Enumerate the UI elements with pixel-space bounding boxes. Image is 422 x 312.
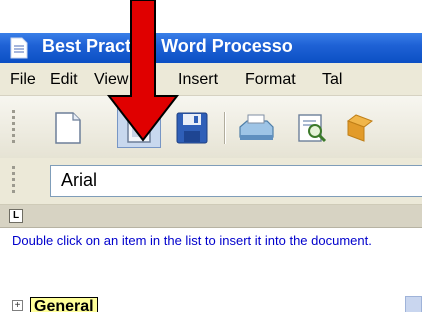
print-preview-button[interactable] (290, 108, 334, 148)
menu-table[interactable]: Tal (322, 71, 342, 89)
ruler: L (0, 205, 422, 228)
document-app-icon (10, 37, 28, 59)
menu-edit[interactable]: Edit (50, 71, 78, 89)
printer-icon (239, 114, 274, 140)
app-window: Best Practice Word Processo File Edit Vi… (0, 0, 422, 312)
toolbar-overflow-button[interactable] (338, 108, 382, 148)
autotext-list[interactable]: + General (0, 292, 422, 312)
formatting-toolbar: Arial (0, 158, 422, 205)
print-preview-icon (298, 114, 327, 143)
tab-stop-selector[interactable]: L (9, 209, 23, 223)
font-name-combobox[interactable]: Arial (50, 165, 422, 197)
list-instructions: Double click on an item in the list to i… (12, 233, 372, 248)
expand-node-icon[interactable]: + (12, 300, 23, 311)
title-bar: Best Practice Word Processo (0, 33, 422, 63)
new-document-button[interactable] (46, 108, 90, 148)
standard-toolbar (0, 96, 422, 159)
menu-format[interactable]: Format (245, 71, 296, 89)
list-item-general[interactable]: General (30, 297, 98, 312)
new-document-icon (55, 112, 81, 144)
scrollbar-up-arrow[interactable] (405, 296, 422, 312)
toolbar-separator (224, 112, 226, 144)
menu-bar: File Edit View Insert Format Tal (0, 63, 422, 96)
folder-icon (346, 114, 374, 142)
print-button[interactable] (234, 108, 278, 148)
toolbar-grip[interactable] (12, 166, 16, 196)
menu-file[interactable]: File (10, 71, 36, 89)
toolbar-grip[interactable] (12, 110, 16, 146)
red-arrow-icon (106, 0, 180, 142)
